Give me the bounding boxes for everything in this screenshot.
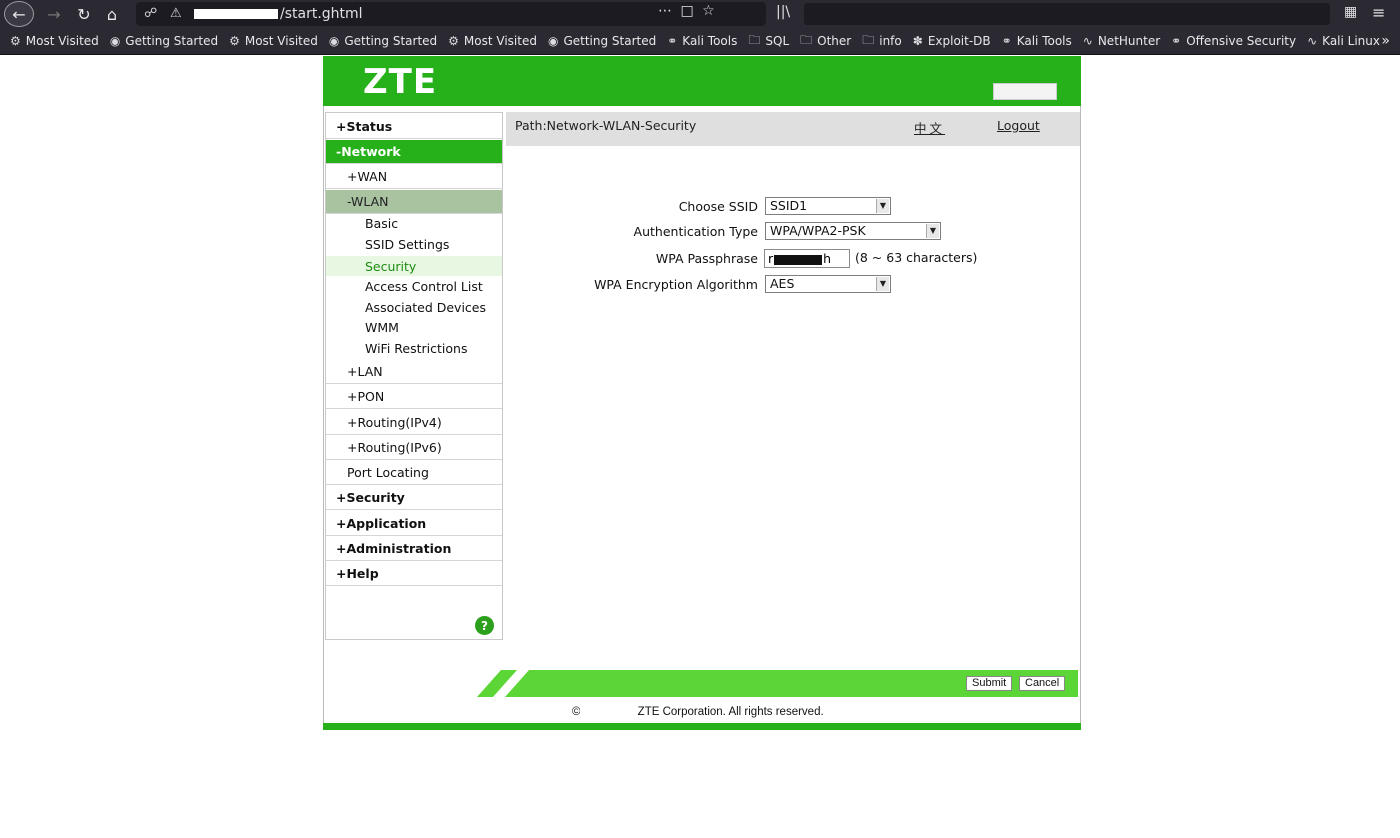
bookmarks-bar: ⚙ Most Visited ◉ Getting Started ⚙ Most Vis… (0, 28, 1400, 55)
nav-administration[interactable]: +Administration (326, 537, 502, 561)
forward-arrow-icon[interactable]: → (40, 0, 68, 28)
router-header: ZTE (323, 56, 1081, 106)
chevron-down-icon: ▼ (876, 199, 889, 213)
globe-icon: ⚭ (1001, 34, 1012, 48)
nav-port-locating[interactable]: Port Locating (326, 461, 502, 485)
nav-routing-ipv6[interactable]: +Routing(IPv6) (326, 436, 502, 460)
nav-help[interactable]: +Help (326, 562, 502, 586)
nav-wan[interactable]: +WAN (326, 165, 502, 189)
home-icon[interactable]: ⌂ (98, 0, 126, 28)
search-input[interactable] (804, 3, 1330, 25)
bookmark-item[interactable]: ⚭ Kali Tools (667, 34, 737, 48)
auth-type-label: Authentication Type (633, 224, 758, 239)
globe-icon: ⚭ (1171, 34, 1182, 48)
nav-wmm[interactable]: WMM (326, 317, 502, 337)
menu-icon[interactable]: ≡ (1372, 3, 1385, 22)
bookmark-item[interactable]: ⚭ Kali Tools (1002, 34, 1072, 48)
gear-icon: ⚙ (10, 34, 21, 48)
folder-icon: 🗀 (748, 32, 761, 47)
bookmark-item[interactable]: ⚙ Most Visited (448, 34, 537, 48)
nav-wlan[interactable]: -WLAN (326, 190, 502, 214)
firefox-icon: ◉ (328, 34, 340, 48)
bookmark-item[interactable]: ◉ Getting Started (548, 34, 656, 48)
breadcrumb: Path:Network-WLAN-Security (515, 118, 697, 133)
submit-button[interactable]: Submit (966, 676, 1013, 691)
globe-icon: ⚭ (667, 34, 678, 48)
path-bar: Path:Network-WLAN-Security 中文 Logout (506, 112, 1080, 146)
bookmark-item[interactable]: ∿ NetHunter (1083, 34, 1160, 48)
passphrase-hint: (8 ~ 63 characters) (855, 250, 978, 265)
dragon-icon: ∿ (1082, 34, 1093, 48)
bookmark-item[interactable]: ✽ Exploit-DB (913, 34, 991, 48)
chevron-right-icon[interactable]: » (1381, 33, 1390, 49)
gear-icon: ⚙ (229, 34, 240, 48)
shield-icon[interactable]: ☍ (144, 6, 157, 21)
header-button[interactable] (993, 83, 1057, 100)
page-actions-icons[interactable]: ⋯ □ ☆ (658, 3, 717, 19)
footer-strip (323, 723, 1081, 730)
bookmark-item[interactable]: ◉ Getting Started (329, 34, 437, 48)
chevron-down-icon: ▼ (876, 277, 889, 291)
nav-lan[interactable]: +LAN (326, 360, 502, 384)
bookmark-item[interactable]: ∿ Kali Linux (1307, 34, 1380, 48)
nav-application[interactable]: +Application (326, 512, 502, 536)
gear-icon: ⚙ (448, 34, 459, 48)
choose-ssid-label: Choose SSID (678, 199, 758, 214)
nav-wlan-security[interactable]: Security (326, 256, 502, 276)
nav-pon[interactable]: +PON (326, 385, 502, 409)
redacted-text (774, 254, 823, 265)
nav-status[interactable]: +Status (326, 115, 502, 139)
library-icon[interactable]: ||\ (776, 4, 790, 20)
dragon-icon: ∿ (1307, 34, 1318, 48)
folder-icon: 🗀 (862, 32, 875, 47)
cancel-button[interactable]: Cancel (1019, 676, 1066, 691)
nav-wifi-restrictions[interactable]: WiFi Restrictions (326, 338, 502, 358)
encryption-label: WPA Encryption Algorithm (594, 277, 758, 292)
help-icon[interactable]: ? (475, 616, 494, 635)
bookmark-folder[interactable]: 🗀 SQL (748, 31, 789, 52)
zte-logo: ZTE (363, 62, 438, 102)
nav-associated-devices[interactable]: Associated Devices (326, 297, 502, 317)
nav-basic[interactable]: Basic (326, 213, 502, 233)
passphrase-label: WPA Passphrase (655, 251, 758, 266)
copyright-text: © ZTE Corporation. All rights reserved. (572, 706, 824, 718)
extensions-icon[interactable]: ▦ (1344, 4, 1357, 20)
firefox-icon: ◉ (109, 34, 121, 48)
bug-icon: ✽ (912, 34, 923, 48)
url-path: /start.ghtml (280, 6, 363, 22)
redacted-host (194, 9, 278, 19)
ssid-select[interactable]: SSID1 ▼ (765, 197, 891, 215)
chevron-down-icon: ▼ (926, 224, 939, 238)
bookmark-folder[interactable]: 🗀 Other (800, 31, 851, 52)
back-arrow-icon[interactable]: ← (4, 1, 34, 27)
reload-icon[interactable]: ↻ (70, 0, 98, 28)
nav-access-control-list[interactable]: Access Control List (326, 276, 502, 296)
nav-routing-ipv4[interactable]: +Routing(IPv4) (326, 411, 502, 435)
bookmark-item[interactable]: ⚙ Most Visited (229, 34, 318, 48)
nav-network[interactable]: -Network (326, 140, 502, 164)
folder-icon: 🗀 (800, 32, 813, 47)
redacted-text (580, 706, 635, 715)
nav-ssid-settings[interactable]: SSID Settings (326, 234, 502, 254)
auth-type-select[interactable]: WPA/WPA2-PSK ▼ (765, 222, 941, 240)
logout-link[interactable]: Logout (997, 118, 1040, 133)
encryption-select[interactable]: AES ▼ (765, 275, 891, 293)
passphrase-input[interactable]: rh (764, 249, 850, 268)
bookmark-item[interactable]: ◉ Getting Started (110, 34, 218, 48)
firefox-icon: ◉ (547, 34, 559, 48)
bookmark-folder[interactable]: 🗀 info (862, 31, 902, 52)
nav-security[interactable]: +Security (326, 486, 502, 510)
language-link[interactable]: 中文 (914, 118, 945, 137)
sidebar-nav: +Status -Network +WAN -WLAN Basic SSID S… (325, 112, 503, 640)
bookmark-item[interactable]: ⚙ Most Visited (10, 34, 99, 48)
site-info-icon[interactable]: ⚠ (170, 6, 182, 21)
bookmark-item[interactable]: ⚭ Offensive Security (1171, 34, 1296, 48)
